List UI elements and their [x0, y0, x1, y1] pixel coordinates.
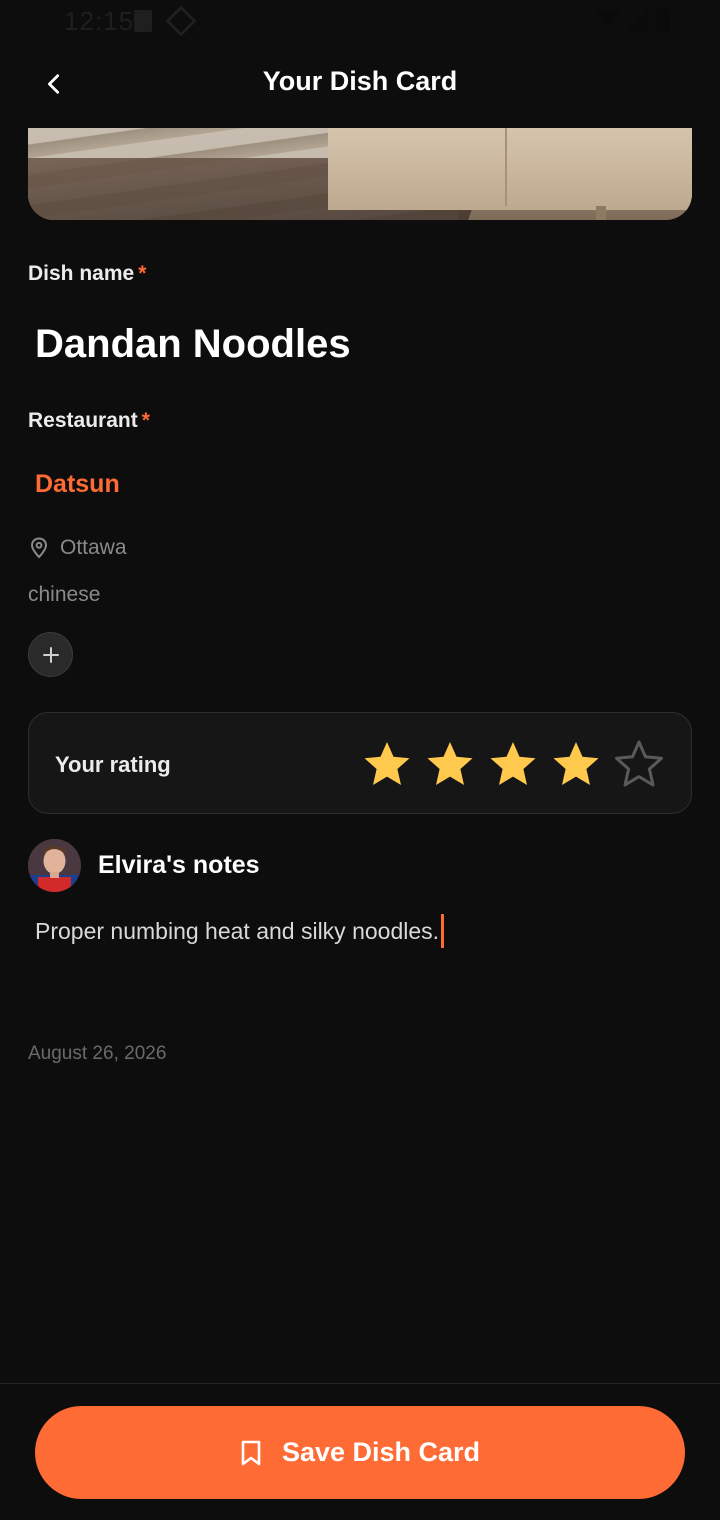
data-saver-icon: [165, 5, 197, 37]
page-title: Your Dish Card: [262, 66, 458, 96]
plus-icon: [42, 646, 59, 663]
required-mark: *: [138, 262, 147, 285]
notes-title: Elvira's notes: [98, 851, 260, 879]
bookmark-icon: [241, 1440, 261, 1465]
star-filled-icon[interactable]: [362, 739, 412, 789]
battery-icon: [656, 9, 670, 33]
star-filled-icon[interactable]: [551, 739, 601, 789]
notes-date: August 26, 2026: [28, 1043, 167, 1064]
restaurant-location: Ottawa: [30, 536, 127, 560]
signal-icon: [626, 10, 648, 32]
cuisine-tag: chinese: [28, 583, 101, 606]
bottom-divider: [0, 1383, 720, 1384]
star-filled-icon[interactable]: [488, 739, 538, 789]
rating-label: Your rating: [55, 752, 171, 777]
app-header: Your Dish Card: [0, 42, 720, 128]
required-mark: *: [141, 409, 150, 432]
notes-text: Proper numbing heat and silky noodles.: [35, 917, 440, 944]
restaurant-label-text: Restaurant: [28, 409, 138, 432]
avatar-image: [28, 839, 81, 892]
rating-card: Your rating: [28, 712, 692, 814]
status-bar: 12:15: [0, 0, 720, 42]
notes-input[interactable]: Proper numbing heat and silky noodles.: [35, 914, 445, 948]
sd-card-icon: [134, 10, 152, 32]
save-dish-card-button[interactable]: Save Dish Card: [35, 1406, 685, 1499]
status-time: 12:15: [64, 6, 135, 36]
dish-name-field[interactable]: Dandan Noodles: [35, 322, 351, 367]
save-button-label: Save Dish Card: [281, 1437, 481, 1467]
star-filled-icon[interactable]: [425, 739, 475, 789]
map-pin-icon: [30, 537, 48, 559]
star-empty-icon[interactable]: [614, 739, 664, 789]
dish-card-screen: 12:15 Your Dish Card Dish name * Dandan N…: [0, 0, 720, 1520]
dish-name-label: Dish name *: [28, 262, 146, 286]
add-tag-button[interactable]: [28, 632, 73, 677]
star-rating[interactable]: [362, 739, 664, 789]
wifi-icon: [596, 10, 620, 30]
restaurant-label: Restaurant *: [28, 409, 150, 433]
dish-photo[interactable]: [28, 128, 692, 220]
text-cursor: [441, 914, 445, 948]
avatar: [28, 839, 81, 892]
location-text: Ottawa: [60, 536, 127, 559]
restaurant-field[interactable]: Datsun: [35, 470, 120, 499]
dish-name-label-text: Dish name: [28, 262, 135, 285]
